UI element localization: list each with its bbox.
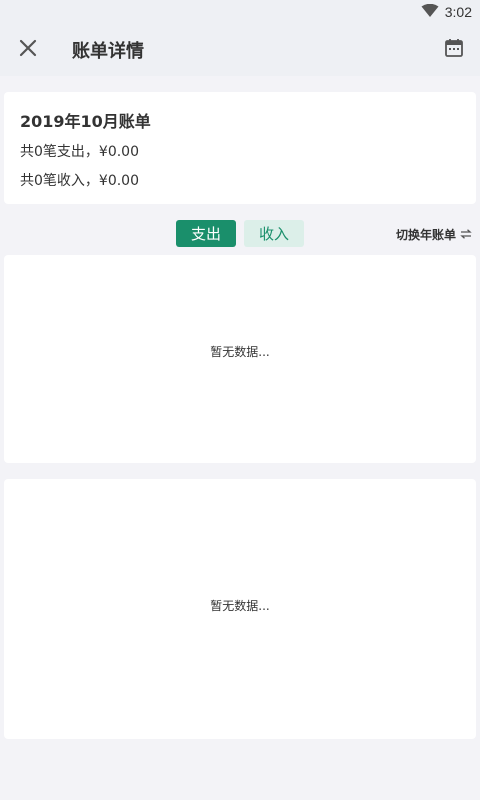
status-time: 3:02 bbox=[444, 4, 472, 20]
type-toggle-row: 支出 收入 切换年账单 bbox=[0, 220, 480, 248]
expense-summary: 共0笔支出，¥0.00 bbox=[20, 144, 139, 160]
tab-income[interactable]: 收入 bbox=[244, 220, 304, 247]
chart-panel: 暂无数据... bbox=[4, 255, 476, 463]
page-title: 账单详情 bbox=[72, 41, 144, 62]
empty-state-text: 暂无数据... bbox=[210, 599, 270, 613]
list-panel: 暂无数据... bbox=[4, 479, 476, 739]
swap-arrows-icon bbox=[460, 228, 472, 242]
switch-year-button[interactable]: 切换年账单 bbox=[396, 226, 472, 243]
summary-title: 2019年10月账单 bbox=[20, 112, 151, 131]
empty-state-text: 暂无数据... bbox=[210, 345, 270, 359]
calendar-button[interactable] bbox=[440, 36, 468, 64]
tab-expense[interactable]: 支出 bbox=[176, 220, 236, 247]
calendar-icon bbox=[444, 38, 464, 62]
income-summary: 共0笔收入，¥0.00 bbox=[20, 173, 139, 189]
status-bar: 3:02 bbox=[0, 0, 480, 24]
close-button[interactable] bbox=[14, 36, 42, 64]
app-bar: 账单详情 bbox=[0, 24, 480, 76]
wifi-icon bbox=[421, 3, 439, 22]
switch-year-label: 切换年账单 bbox=[395, 228, 456, 242]
bill-summary-card: 2019年10月账单 共0笔支出，¥0.00 共0笔收入，¥0.00 bbox=[4, 92, 476, 204]
close-icon bbox=[19, 39, 37, 61]
